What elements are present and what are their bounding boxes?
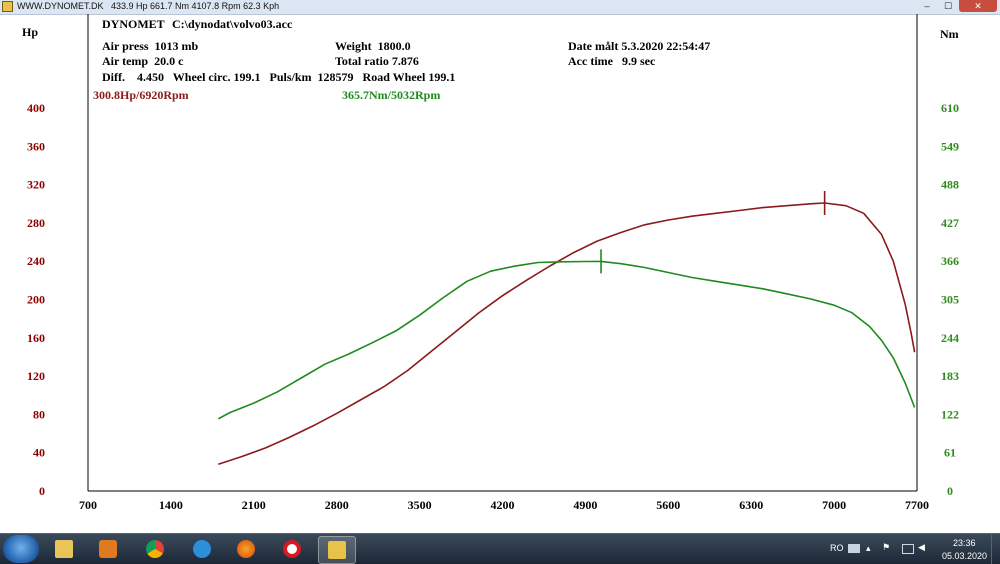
y-right-tick-label: 61	[944, 446, 956, 460]
dynomet-button[interactable]	[318, 536, 356, 564]
y-axis-left-title: Hp	[22, 25, 38, 39]
opera-button[interactable]	[274, 536, 310, 562]
chevron-up-icon[interactable]: ▴	[866, 543, 871, 554]
y-left-tick-label: 240	[27, 254, 45, 268]
chrome-button[interactable]	[137, 536, 173, 562]
y-right-tick-label: 122	[941, 407, 959, 421]
opera-icon	[283, 540, 301, 558]
y-right-tick-label: 183	[941, 369, 959, 383]
play-icon	[99, 540, 117, 558]
x-tick-label: 4900	[573, 498, 597, 512]
file-explorer-button[interactable]	[46, 536, 82, 562]
y-right-tick-label: 427	[941, 216, 959, 230]
y-right-tick-label: 244	[941, 331, 959, 345]
taskbar: RO ▴ ⚑ ◀ 23:36 05.03.2020	[0, 533, 1000, 564]
flag-icon[interactable]: ⚑	[882, 542, 890, 553]
dynomet-icon	[328, 541, 346, 559]
start-button[interactable]	[3, 535, 39, 563]
x-tick-label: 2800	[325, 498, 349, 512]
torque-curve	[217, 260, 916, 420]
folder-icon	[55, 540, 73, 558]
y-right-tick-label: 549	[941, 139, 959, 153]
clock-time[interactable]: 23:36	[953, 538, 976, 548]
x-tick-label: 2100	[242, 498, 266, 512]
firefox-button[interactable]	[228, 536, 264, 562]
minimize-button[interactable]: –	[917, 0, 937, 12]
y-left-tick-label: 120	[27, 369, 45, 383]
power-curve	[218, 202, 916, 465]
x-tick-label: 7700	[905, 498, 929, 512]
y-left-tick-label: 400	[27, 101, 45, 115]
y-right-tick-label: 488	[941, 178, 959, 192]
y-left-tick-label: 0	[39, 484, 45, 498]
y-right-tick-label: 0	[947, 484, 953, 498]
clock-date[interactable]: 05.03.2020	[942, 551, 987, 561]
y-left-tick-label: 200	[27, 293, 45, 307]
x-tick-label: 700	[79, 498, 97, 512]
y-right-tick-label: 366	[941, 254, 959, 268]
y-left-tick-label: 280	[27, 216, 45, 230]
y-axis-right-title: Nm	[940, 27, 959, 41]
y-left-tick-label: 40	[33, 446, 45, 460]
app-icon	[2, 1, 13, 12]
y-left-tick-label: 320	[27, 178, 45, 192]
maximize-button[interactable]: ☐	[938, 0, 958, 12]
firefox-icon	[237, 540, 255, 558]
x-tick-label: 6300	[739, 498, 763, 512]
keyboard-icon[interactable]	[848, 544, 860, 553]
x-tick-label: 3500	[408, 498, 432, 512]
volume-icon[interactable]: ◀	[918, 542, 925, 553]
x-tick-label: 4200	[491, 498, 515, 512]
ie-icon	[193, 540, 211, 558]
y-right-tick-label: 305	[941, 293, 959, 307]
chrome-icon	[146, 540, 164, 558]
media-player-button[interactable]	[90, 536, 126, 562]
y-left-tick-label: 160	[27, 331, 45, 345]
y-left-tick-label: 80	[33, 407, 45, 421]
x-tick-label: 1400	[159, 498, 183, 512]
show-desktop-button[interactable]	[991, 534, 1000, 564]
x-tick-label: 5600	[656, 498, 680, 512]
title-bar: WWW.DYNOMET.DK 433.9 Hp 661.7 Nm 4107.8 …	[0, 0, 1000, 15]
y-right-tick-label: 610	[941, 101, 959, 115]
close-button[interactable]: ✕	[959, 0, 997, 12]
x-tick-label: 7000	[822, 498, 846, 512]
language-indicator[interactable]: RO	[830, 543, 844, 553]
battery-icon[interactable]	[902, 544, 914, 554]
internet-explorer-button[interactable]	[184, 536, 220, 562]
dyno-chart: Hp Nm 0 40 80 120 160 200 240 280 320 360 400 0 61 122…	[22, 14, 959, 512]
window-title: WWW.DYNOMET.DK 433.9 Hp 661.7 Nm 4107.8 …	[17, 1, 280, 11]
y-left-tick-label: 360	[27, 139, 45, 153]
